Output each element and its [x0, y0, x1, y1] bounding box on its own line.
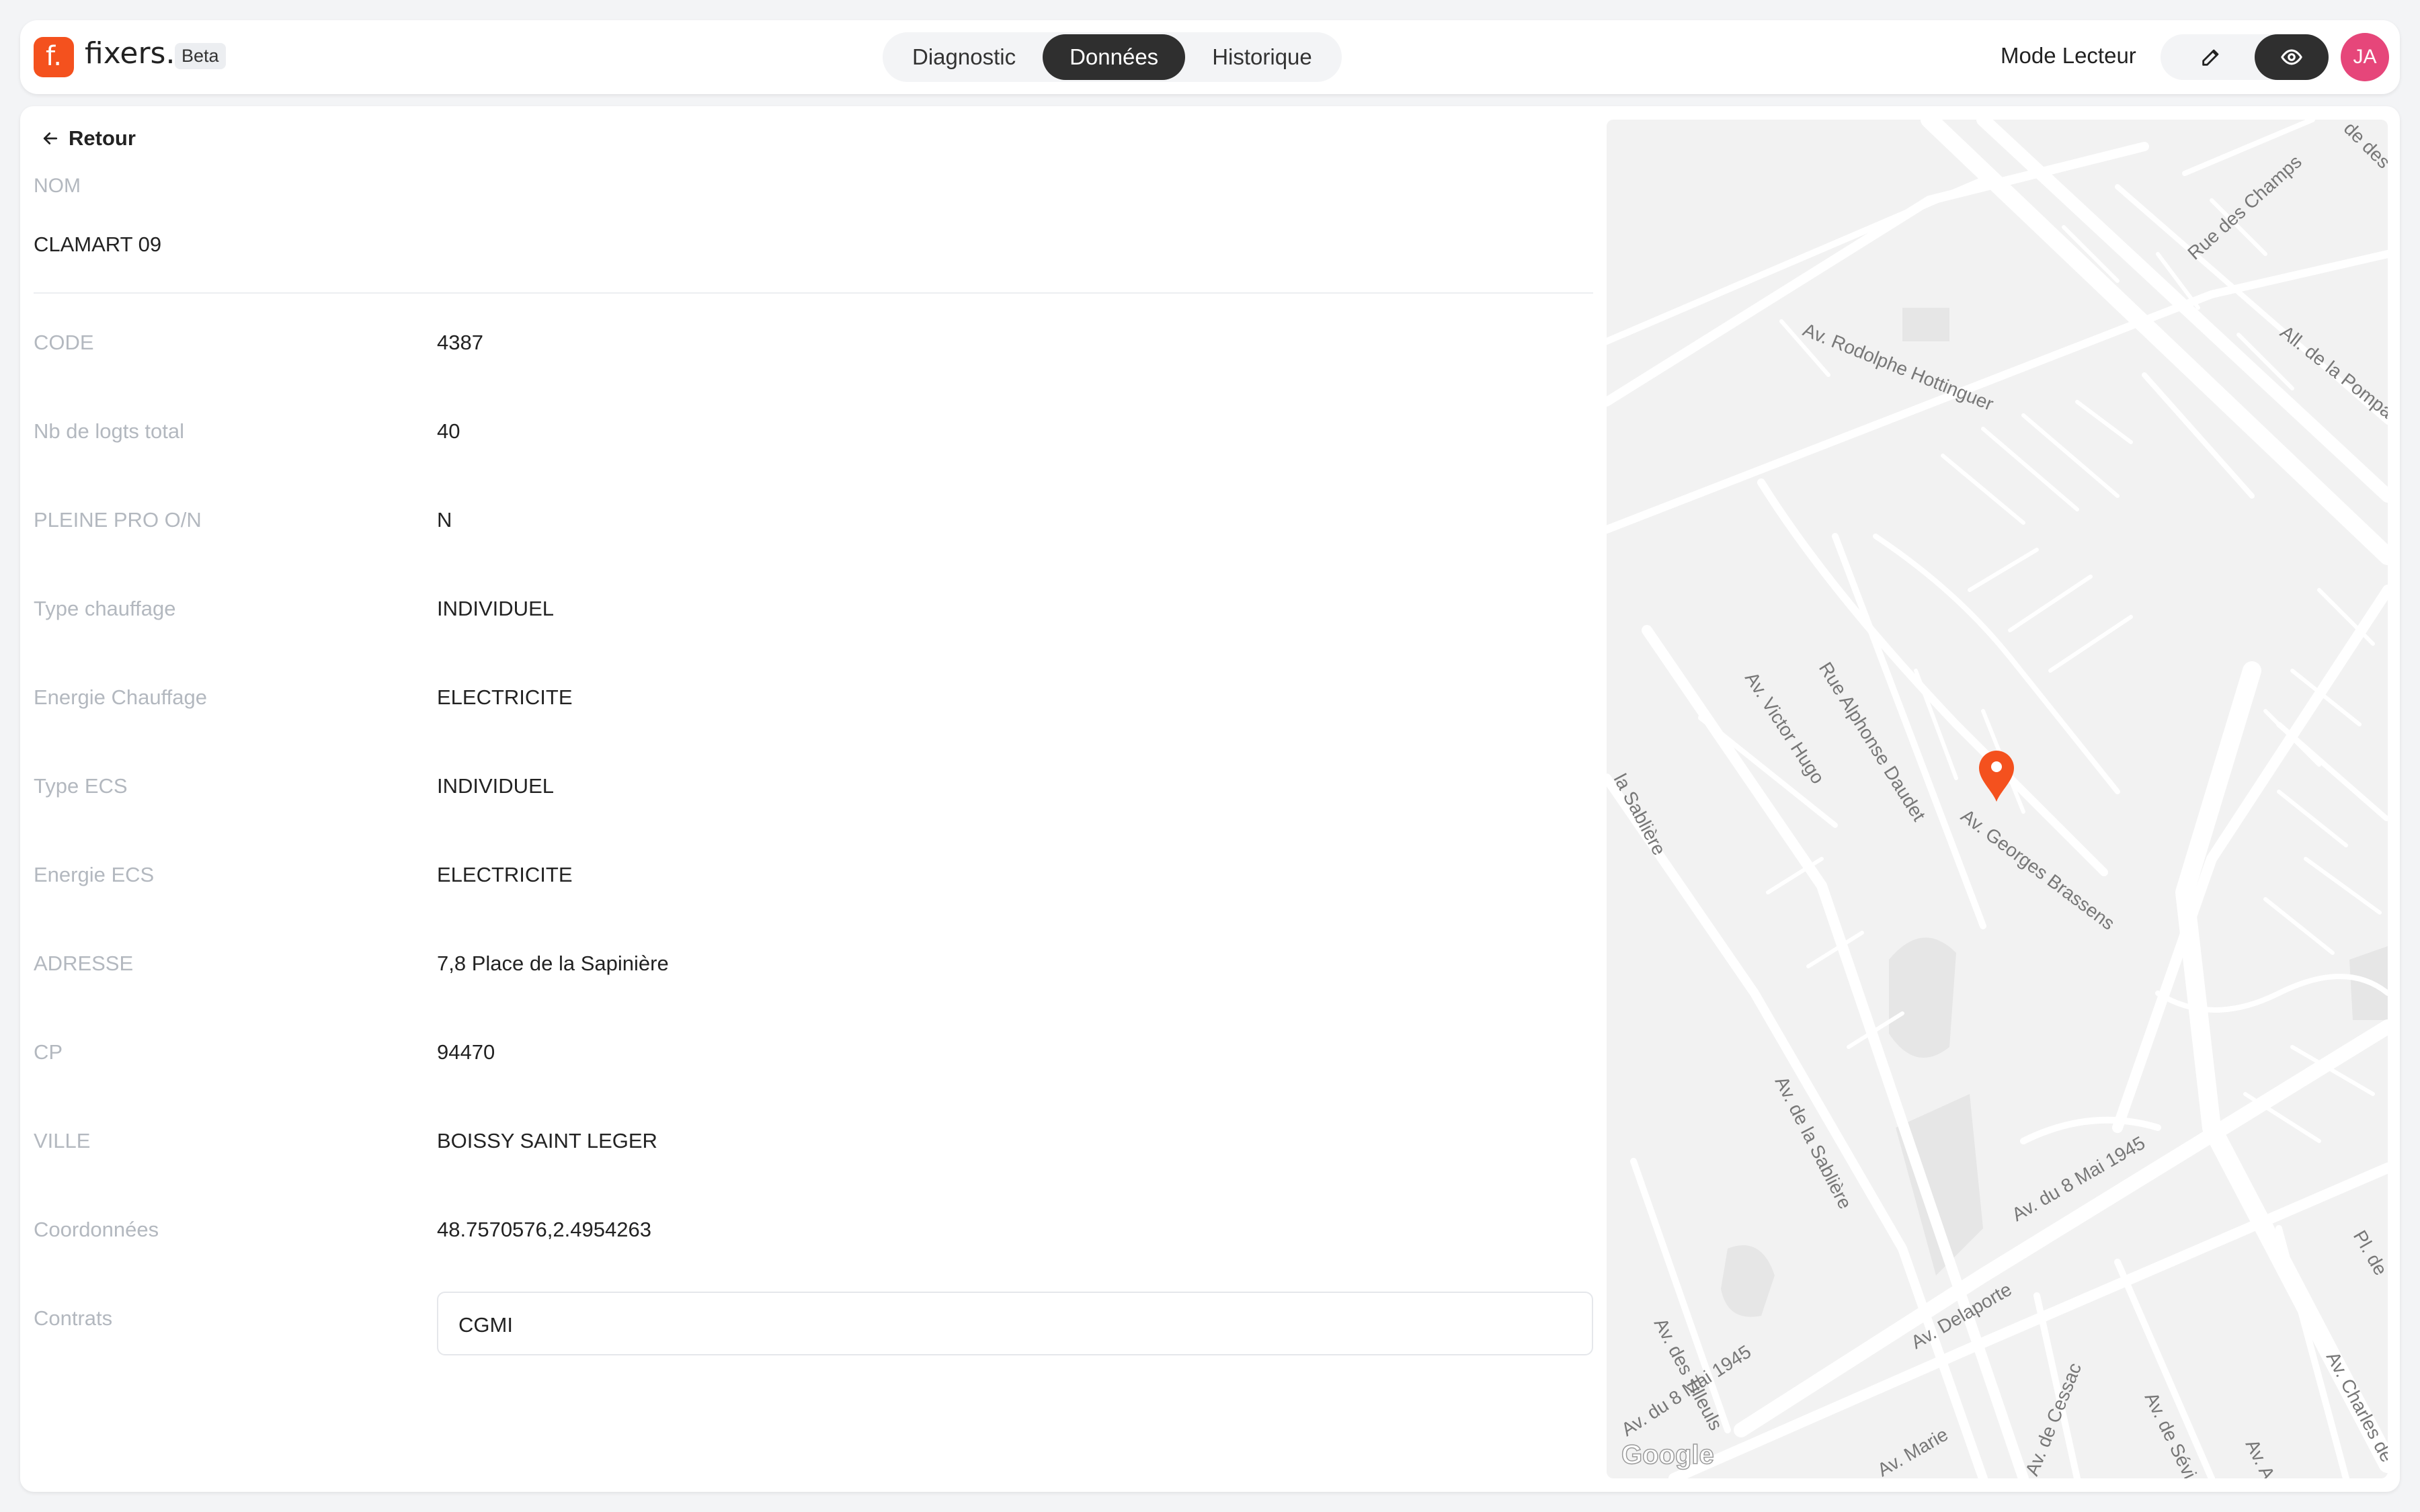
field-value-type-chauffage: INDIVIDUEL: [437, 597, 554, 620]
field-value-adresse: 7,8 Place de la Sapinière: [437, 952, 669, 975]
mode-toggle: [2161, 34, 2329, 80]
beta-badge: Beta: [175, 43, 226, 69]
arrow-left-icon: [43, 132, 58, 144]
avatar[interactable]: JA: [2341, 33, 2389, 81]
nom-value: CLAMART 09: [34, 233, 162, 256]
map-label-charles: Av. Charles de: [2323, 1348, 2388, 1465]
top-bar: f. fixers. Beta Diagnostic Données Histo…: [20, 20, 2400, 94]
map-label-la-sabliere: la Sablière: [1610, 770, 1670, 858]
back-button[interactable]: Retour: [40, 126, 136, 151]
edit-mode-button[interactable]: [2174, 34, 2248, 80]
field-value-coordonnees: 48.7570576,2.4954263: [437, 1218, 651, 1241]
field-value-pleine-pro: N: [437, 508, 452, 532]
map-label-pompado: All. de la Pompado: [2276, 321, 2388, 435]
nom-label: NOM: [34, 175, 81, 197]
field-value-code: 4387: [437, 331, 483, 354]
map-label-av-a: Av. A: [2242, 1436, 2280, 1478]
google-attribution: Google: [1621, 1440, 1714, 1470]
field-value-nb-logts: 40: [437, 419, 460, 443]
field-value-energie-ecs: ELECTRICITE: [437, 863, 573, 886]
field-value-type-ecs: INDIVIDUEL: [437, 774, 554, 798]
pencil-icon: [2202, 49, 2219, 66]
field-label-energie-ecs: Energie ECS: [34, 863, 155, 886]
field-label-energie-chauffage: Energie Chauffage: [34, 685, 207, 709]
tab-donnees[interactable]: Données: [1043, 34, 1186, 80]
field-label-code: CODE: [34, 331, 94, 354]
map-label-pl-de: Pl. de: [2349, 1227, 2388, 1279]
contrats-value: CGMI: [458, 1313, 513, 1337]
map[interactable]: Rue des Champs Av. Rodolphe Hottinguer A…: [1607, 120, 2388, 1478]
contrats-field[interactable]: CGMI: [437, 1292, 1593, 1355]
tab-historique[interactable]: Historique: [1185, 34, 1339, 80]
field-value-energie-chauffage: ELECTRICITE: [437, 685, 573, 709]
logo-icon[interactable]: f.: [34, 37, 74, 77]
field-label-type-ecs: Type ECS: [34, 774, 128, 798]
logo-text[interactable]: fixers.: [85, 36, 175, 71]
eye-icon: [2281, 49, 2302, 65]
map-canvas[interactable]: Rue des Champs Av. Rodolphe Hottinguer A…: [1607, 120, 2388, 1478]
field-label-pleine-pro: PLEINE PRO O/N: [34, 508, 202, 532]
tab-diagnostic[interactable]: Diagnostic: [885, 34, 1043, 80]
view-tabs: Diagnostic Données Historique: [883, 32, 1342, 82]
field-label-nb-logts: Nb de logts total: [34, 419, 185, 443]
map-label-marie: Av. Marie: [1874, 1424, 1952, 1478]
field-label-coordonnees: Coordonnées: [34, 1218, 159, 1241]
reader-mode-button[interactable]: [2255, 34, 2329, 80]
map-label-hottinguer: Av. Rodolphe Hottinguer: [1800, 319, 1997, 415]
field-label-adresse: ADRESSE: [34, 952, 134, 975]
back-label: Retour: [69, 126, 136, 150]
field-value-cp: 94470: [437, 1040, 495, 1064]
mode-label: Mode Lecteur: [2001, 43, 2136, 68]
field-label-cp: CP: [34, 1040, 63, 1064]
field-label-type-chauffage: Type chauffage: [34, 597, 176, 620]
map-label-de-des: de des: [2340, 120, 2388, 173]
divider: [34, 292, 1593, 294]
map-label-victor-hugo: Av. Victor Hugo: [1741, 668, 1828, 787]
field-label-contrats: Contrats: [34, 1306, 113, 1330]
field-value-ville: BOISSY SAINT LEGER: [437, 1129, 657, 1152]
map-pin-icon: [1979, 751, 2014, 802]
field-label-ville: VILLE: [34, 1129, 91, 1152]
detail-card: Retour NOM CLAMART 09 CODE 4387 Nb de lo…: [20, 106, 2400, 1492]
